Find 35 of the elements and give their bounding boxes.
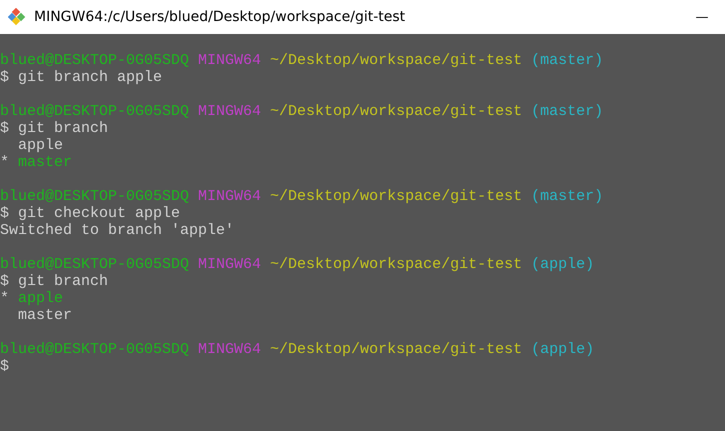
command-line: $ git branch: [0, 120, 108, 137]
command-line: $ git branch: [0, 273, 108, 290]
command-line: $ git branch apple: [0, 69, 162, 86]
prompt-user-host: blued@DESKTOP-0G05SDQ: [0, 52, 190, 69]
prompt-user-host: blued@DESKTOP-0G05SDQ: [0, 188, 190, 205]
output-text: Switched to branch 'apple': [0, 222, 234, 239]
current-branch-marker: *: [0, 154, 9, 171]
prompt-shell: MINGW64: [198, 103, 262, 120]
branch-name: apple: [18, 290, 64, 307]
window-title: MINGW64:/c/Users/blued/Desktop/workspace/git-test: [34, 9, 406, 25]
prompt-path: ~/Desktop/workspace/git-test: [270, 256, 522, 273]
prompt-path: ~/Desktop/workspace/git-test: [270, 103, 522, 120]
branch-name: master: [18, 307, 72, 324]
command-line: $: [0, 358, 10, 375]
prompt-branch: (apple): [531, 341, 594, 358]
prompt-branch: (apple): [531, 256, 594, 273]
prompt-user-host: blued@DESKTOP-0G05SDQ: [0, 341, 190, 358]
command-line: $ git checkout apple: [0, 205, 180, 222]
minimize-button[interactable]: —: [679, 0, 725, 34]
diamond-logo-icon: [8, 8, 26, 26]
current-branch-marker: *: [0, 290, 9, 307]
prompt-branch: (master): [531, 103, 604, 120]
prompt-shell: MINGW64: [198, 188, 262, 205]
prompt-user-host: blued@DESKTOP-0G05SDQ: [0, 256, 190, 273]
prompt-branch: (master): [531, 52, 604, 69]
prompt-shell: MINGW64: [198, 52, 262, 69]
prompt-shell: MINGW64: [198, 256, 262, 273]
branch-name: apple: [18, 137, 64, 154]
prompt-path: ~/Desktop/workspace/git-test: [270, 188, 522, 205]
prompt-branch: (master): [531, 188, 604, 205]
prompt-path: ~/Desktop/workspace/git-test: [270, 52, 522, 69]
prompt-shell: MINGW64: [198, 341, 262, 358]
prompt-user-host: blued@DESKTOP-0G05SDQ: [0, 103, 190, 120]
branch-name: master: [18, 154, 72, 171]
prompt-path: ~/Desktop/workspace/git-test: [270, 341, 522, 358]
